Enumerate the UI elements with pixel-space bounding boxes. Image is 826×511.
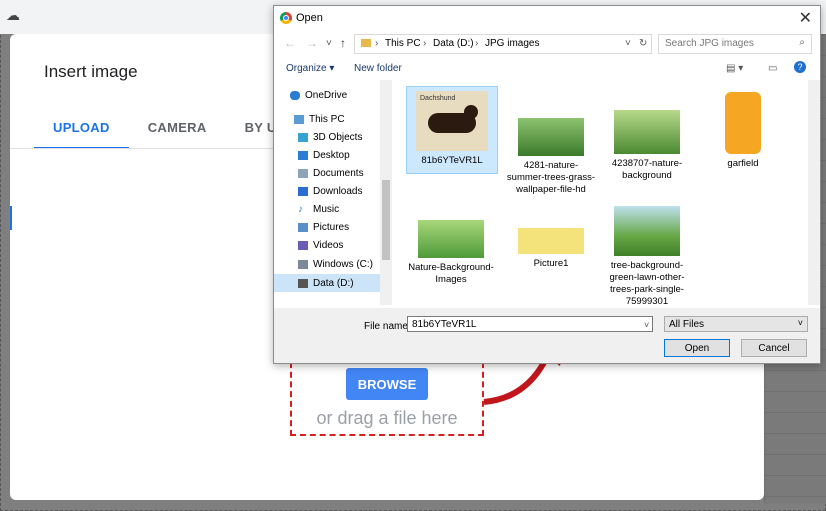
dialog-titlebar: Open ✕ — [274, 6, 820, 30]
open-button[interactable]: Open — [664, 339, 730, 357]
file-type-value: All Files — [669, 319, 705, 330]
nav-scroll-thumb[interactable] — [382, 180, 390, 260]
dialog-toolbar: Organize ▾ New folder ▤ ▾ ▭ ? — [274, 58, 820, 80]
open-dialog-title: Open — [296, 12, 323, 24]
file-name: 81b6YTeVR1L — [421, 155, 483, 166]
up-arrow-icon[interactable]: ↑ — [340, 36, 346, 50]
left-accent — [10, 206, 12, 230]
file-type-select[interactable]: All Files ˅ — [664, 316, 808, 332]
computer-icon — [294, 114, 304, 124]
crumb-separator: › — [475, 38, 479, 49]
file-item[interactable]: 4281-nature-summer-trees-grass-wallpaper… — [506, 114, 596, 196]
thumbnail-caption: Dachshund — [420, 95, 456, 102]
navigation-pane: OneDrive This PC 3D Objects Desktop Docu… — [274, 80, 392, 305]
picture-thumbnail — [518, 228, 584, 254]
dialog-title: Insert image — [44, 62, 138, 81]
file-item[interactable]: 4238707-nature-background — [602, 106, 692, 182]
preview-pane-icon[interactable]: ▭ — [768, 63, 777, 74]
chevron-down-icon[interactable]: ˅ — [326, 38, 332, 49]
forward-arrow-icon[interactable]: → — [306, 36, 318, 50]
tree-thumbnail — [614, 206, 680, 256]
tab-bar: UPLOAD CAMERA BY URL — [34, 109, 314, 149]
crumb-separator: › — [423, 38, 427, 49]
breadcrumb-jpg-images[interactable]: JPG images — [485, 38, 539, 49]
cube-icon — [298, 132, 308, 142]
chevron-down-icon[interactable]: ˅ — [644, 320, 649, 330]
music-icon: ♪ — [298, 203, 303, 215]
desktop-icon — [298, 150, 308, 160]
garfield-thumbnail — [725, 92, 761, 154]
file-list: Dachshund 81b6YTeVR1L 4281-nature-summer… — [398, 84, 788, 307]
chrome-icon — [280, 12, 292, 24]
document-icon — [298, 168, 308, 178]
address-dropdown-icon[interactable]: ˅ — [625, 38, 631, 49]
file-item[interactable]: Dachshund 81b6YTeVR1L — [406, 86, 498, 174]
cancel-button[interactable]: Cancel — [741, 339, 807, 357]
search-icon: ⌕ — [799, 37, 805, 48]
file-item[interactable]: Nature-Background-Images — [406, 216, 496, 286]
file-name: 4238707-nature-background — [611, 158, 683, 181]
file-name: garfield — [727, 158, 759, 169]
cloud-icon — [290, 90, 300, 100]
drive-icon — [298, 278, 308, 288]
picture-icon — [298, 222, 308, 232]
video-icon — [298, 240, 308, 250]
file-item[interactable]: tree-background-green-lawn-other-trees-p… — [602, 202, 692, 308]
browse-button[interactable]: BROWSE — [346, 368, 428, 400]
breadcrumb-data-d[interactable]: Data (D:) — [433, 38, 474, 49]
nature-thumbnail — [518, 118, 584, 156]
tab-upload[interactable]: UPLOAD — [34, 109, 129, 149]
open-file-dialog: Open ✕ ← → ˅ ↑ › This PC › Data (D:) › J… — [273, 5, 821, 364]
view-options-icon[interactable]: ▤ ▾ — [726, 63, 743, 74]
nav-scrollbar[interactable] — [380, 80, 392, 305]
file-name: Picture1 — [533, 258, 569, 269]
cloud-icon: ☁ — [6, 7, 20, 23]
nature-thumbnail — [614, 110, 680, 154]
address-bar[interactable]: › This PC › Data (D:) › JPG images ˅ ↻ — [354, 34, 652, 54]
crumb-separator: › — [375, 38, 379, 49]
file-item[interactable]: Picture1 — [506, 224, 596, 270]
help-icon[interactable]: ? — [794, 61, 806, 73]
file-name: tree-background-green-lawn-other-trees-p… — [609, 260, 685, 307]
file-name-input[interactable]: 81b6YTeVR1L — [407, 316, 653, 332]
file-list-scrollbar[interactable] — [808, 80, 820, 305]
new-folder-button[interactable]: New folder — [354, 63, 402, 74]
nav-item-data-d[interactable]: Data (D:) — [274, 274, 380, 292]
tab-camera[interactable]: CAMERA — [129, 109, 226, 149]
file-item[interactable]: garfield — [698, 88, 788, 170]
drive-icon — [298, 259, 308, 269]
folder-icon — [361, 39, 371, 47]
refresh-icon[interactable]: ↻ — [639, 38, 647, 49]
close-icon[interactable]: ✕ — [799, 8, 812, 28]
search-input[interactable]: Search JPG images ⌕ — [658, 34, 812, 54]
file-name: 4281-nature-summer-trees-grass-wallpaper… — [506, 160, 596, 195]
organize-button[interactable]: Organize ▾ — [286, 63, 334, 74]
dog-thumbnail: Dachshund — [416, 91, 488, 151]
address-row: ← → ˅ ↑ › This PC › Data (D:) › JPG imag… — [274, 32, 820, 56]
file-name: Nature-Background-Images — [408, 262, 494, 285]
nature-thumbnail — [418, 220, 484, 258]
drag-file-text: or drag a file here — [316, 408, 458, 428]
breadcrumb-this-pc[interactable]: This PC — [385, 38, 421, 49]
back-arrow-icon[interactable]: ← — [284, 36, 296, 50]
file-name-label: File name: — [364, 321, 411, 332]
chevron-down-icon: ˅ — [797, 318, 803, 328]
dialog-footer: File name: 81b6YTeVR1L ˅ All Files ˅ Ope… — [274, 308, 820, 363]
search-placeholder: Search JPG images — [665, 38, 754, 49]
download-icon — [298, 186, 308, 196]
